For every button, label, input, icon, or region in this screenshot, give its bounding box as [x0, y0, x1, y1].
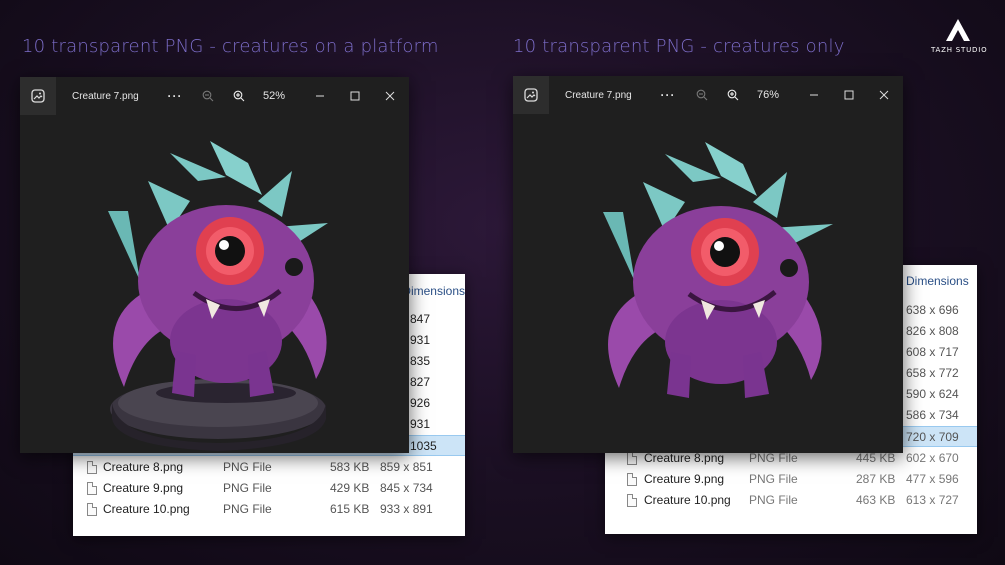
file-name: Creature 9.png — [103, 481, 184, 495]
dims-cell: 827 — [410, 375, 431, 389]
dims-cell: 931 — [410, 417, 431, 431]
table-row[interactable]: Creature 9.png PNG File 287 KB 477 x 596 — [605, 469, 977, 490]
file-size: 583 KB — [330, 460, 370, 474]
table-row[interactable]: Creature 8.png PNG File 583 KB 859 x 851 — [73, 457, 465, 478]
dims-cell: 638 x 696 — [906, 303, 959, 317]
file-icon — [627, 494, 637, 507]
dims-cell: 926 — [410, 396, 431, 410]
file-size: 463 KB — [856, 493, 896, 507]
more-options-button[interactable]: ··· — [657, 86, 679, 104]
zoom-in-button[interactable] — [724, 86, 742, 104]
minimize-icon — [316, 95, 324, 97]
file-name: Creature 10.png — [644, 493, 731, 507]
file-type: PNG File — [749, 493, 798, 507]
zoom-out-button[interactable] — [199, 87, 217, 105]
file-size: 287 KB — [856, 472, 896, 486]
minimize-button[interactable] — [312, 87, 328, 105]
close-icon — [879, 90, 889, 100]
viewer-titlebar: Creature 7.png ··· 76% — [513, 76, 903, 114]
file-dims: 845 x 734 — [380, 481, 433, 495]
left-heading: 10 transparent PNG - creatures on a plat… — [22, 36, 439, 57]
zoom-in-icon — [233, 90, 245, 102]
minimize-icon — [810, 94, 818, 96]
file-icon — [627, 473, 637, 486]
dims-cell: 658 x 772 — [906, 366, 959, 380]
file-icon — [627, 452, 637, 465]
viewer-filename: Creature 7.png — [72, 91, 139, 102]
close-button[interactable] — [876, 86, 892, 104]
file-type: PNG File — [223, 481, 272, 495]
file-icon — [87, 461, 97, 474]
file-type: PNG File — [749, 472, 798, 486]
table-row[interactable]: Creature 10.png PNG File 615 KB 933 x 89… — [73, 499, 465, 520]
zoom-out-button[interactable] — [693, 86, 711, 104]
file-dims: 933 x 891 — [380, 502, 433, 516]
dimensions-column-header[interactable]: Dimensions — [906, 274, 969, 288]
maximize-icon — [350, 91, 360, 101]
dims-cell: 1035 — [410, 439, 437, 453]
image-canvas[interactable] — [20, 115, 409, 453]
dims-cell: 826 x 808 — [906, 324, 959, 338]
creature-on-platform-image — [108, 141, 328, 451]
dims-cell: 608 x 717 — [906, 345, 959, 359]
zoom-in-icon — [727, 89, 739, 101]
dims-cell: 590 x 624 — [906, 387, 959, 401]
file-name: Creature 10.png — [103, 502, 190, 516]
maximize-icon — [844, 90, 854, 100]
brand-name: TAZH STUDIO — [931, 46, 988, 54]
table-row[interactable]: Creature 9.png PNG File 429 KB 845 x 734 — [73, 478, 465, 499]
file-dims: 477 x 596 — [906, 472, 959, 486]
photos-app-icon[interactable] — [513, 76, 549, 114]
close-icon — [385, 91, 395, 101]
right-heading: 10 transparent PNG - creatures only — [513, 36, 845, 57]
file-type: PNG File — [223, 502, 272, 516]
minimize-button[interactable] — [806, 86, 822, 104]
file-icon — [87, 503, 97, 516]
photos-app-icon[interactable] — [20, 77, 56, 115]
zoom-in-button[interactable] — [230, 87, 248, 105]
left-photo-viewer-window: Creature 7.png ··· 52% — [20, 77, 409, 453]
dims-cell: 586 x 734 — [906, 408, 959, 422]
file-icon — [87, 482, 97, 495]
viewer-filename: Creature 7.png — [565, 90, 632, 101]
table-row[interactable]: Creature 10.png PNG File 463 KB 613 x 72… — [605, 490, 977, 511]
triangle-a-logo-icon — [946, 19, 970, 41]
file-dims: 613 x 727 — [906, 493, 959, 507]
file-name: Creature 8.png — [103, 460, 184, 474]
maximize-button[interactable] — [841, 86, 857, 104]
dims-cell: 720 x 709 — [906, 430, 959, 444]
dims-cell: 847 — [410, 312, 431, 326]
viewer-titlebar: Creature 7.png ··· 52% — [20, 77, 409, 115]
dimensions-column-header-partial[interactable]: Dimensions — [406, 284, 465, 298]
zoom-out-icon — [696, 89, 708, 101]
right-photo-viewer-window: Creature 7.png ··· 76% — [513, 76, 903, 453]
file-size: 429 KB — [330, 481, 370, 495]
close-button[interactable] — [382, 87, 398, 105]
zoom-level: 52% — [263, 90, 286, 102]
dims-cell: 931 — [410, 333, 431, 347]
zoom-out-icon — [202, 90, 214, 102]
file-dims: 602 x 670 — [906, 451, 959, 465]
maximize-button[interactable] — [347, 87, 363, 105]
file-dims: 859 x 851 — [380, 460, 433, 474]
dims-cell: 835 — [410, 354, 431, 368]
more-options-button[interactable]: ··· — [164, 87, 186, 105]
creature-only-image — [603, 142, 833, 398]
file-type: PNG File — [223, 460, 272, 474]
file-size: 615 KB — [330, 502, 370, 516]
image-canvas[interactable] — [513, 114, 903, 453]
file-name: Creature 9.png — [644, 472, 725, 486]
zoom-level: 76% — [757, 89, 780, 101]
brand-logo: TAZH STUDIO — [931, 18, 988, 54]
